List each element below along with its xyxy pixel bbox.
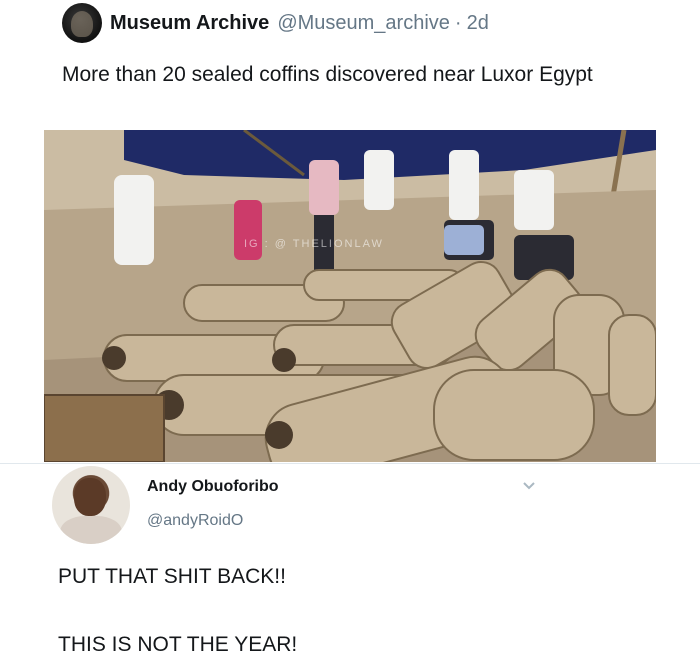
separator-dot: · <box>454 11 462 34</box>
tweet-header: Museum Archive @Museum_archive · 2d <box>62 3 489 43</box>
divider <box>0 463 700 464</box>
reply-author-name[interactable]: Andy Obuoforibo <box>147 478 279 496</box>
chevron-down-icon[interactable] <box>521 477 537 493</box>
avatar-head <box>74 478 106 516</box>
tweet-photo[interactable]: IG : @ THELIONLAW <box>44 130 656 462</box>
reply-author-handle[interactable]: @andyRoidO <box>147 512 243 530</box>
author-name[interactable]: Museum Archive <box>110 12 269 35</box>
photo-watermark: IG : @ THELIONLAW <box>244 238 384 250</box>
excavation-photo <box>44 130 656 462</box>
tweet-text: More than 20 sealed coffins discovered n… <box>62 63 593 86</box>
reply-text-line: THIS IS NOT THE YEAR! <box>58 633 298 656</box>
avatar[interactable] <box>62 3 102 43</box>
timestamp[interactable]: 2d <box>467 12 489 35</box>
avatar-silhouette <box>71 11 93 37</box>
reply-avatar[interactable] <box>52 466 130 544</box>
author-handle[interactable]: @Museum_archive <box>277 12 450 35</box>
reply-text-line: PUT THAT SHIT BACK!! <box>58 565 286 588</box>
avatar-shirt <box>60 516 122 544</box>
